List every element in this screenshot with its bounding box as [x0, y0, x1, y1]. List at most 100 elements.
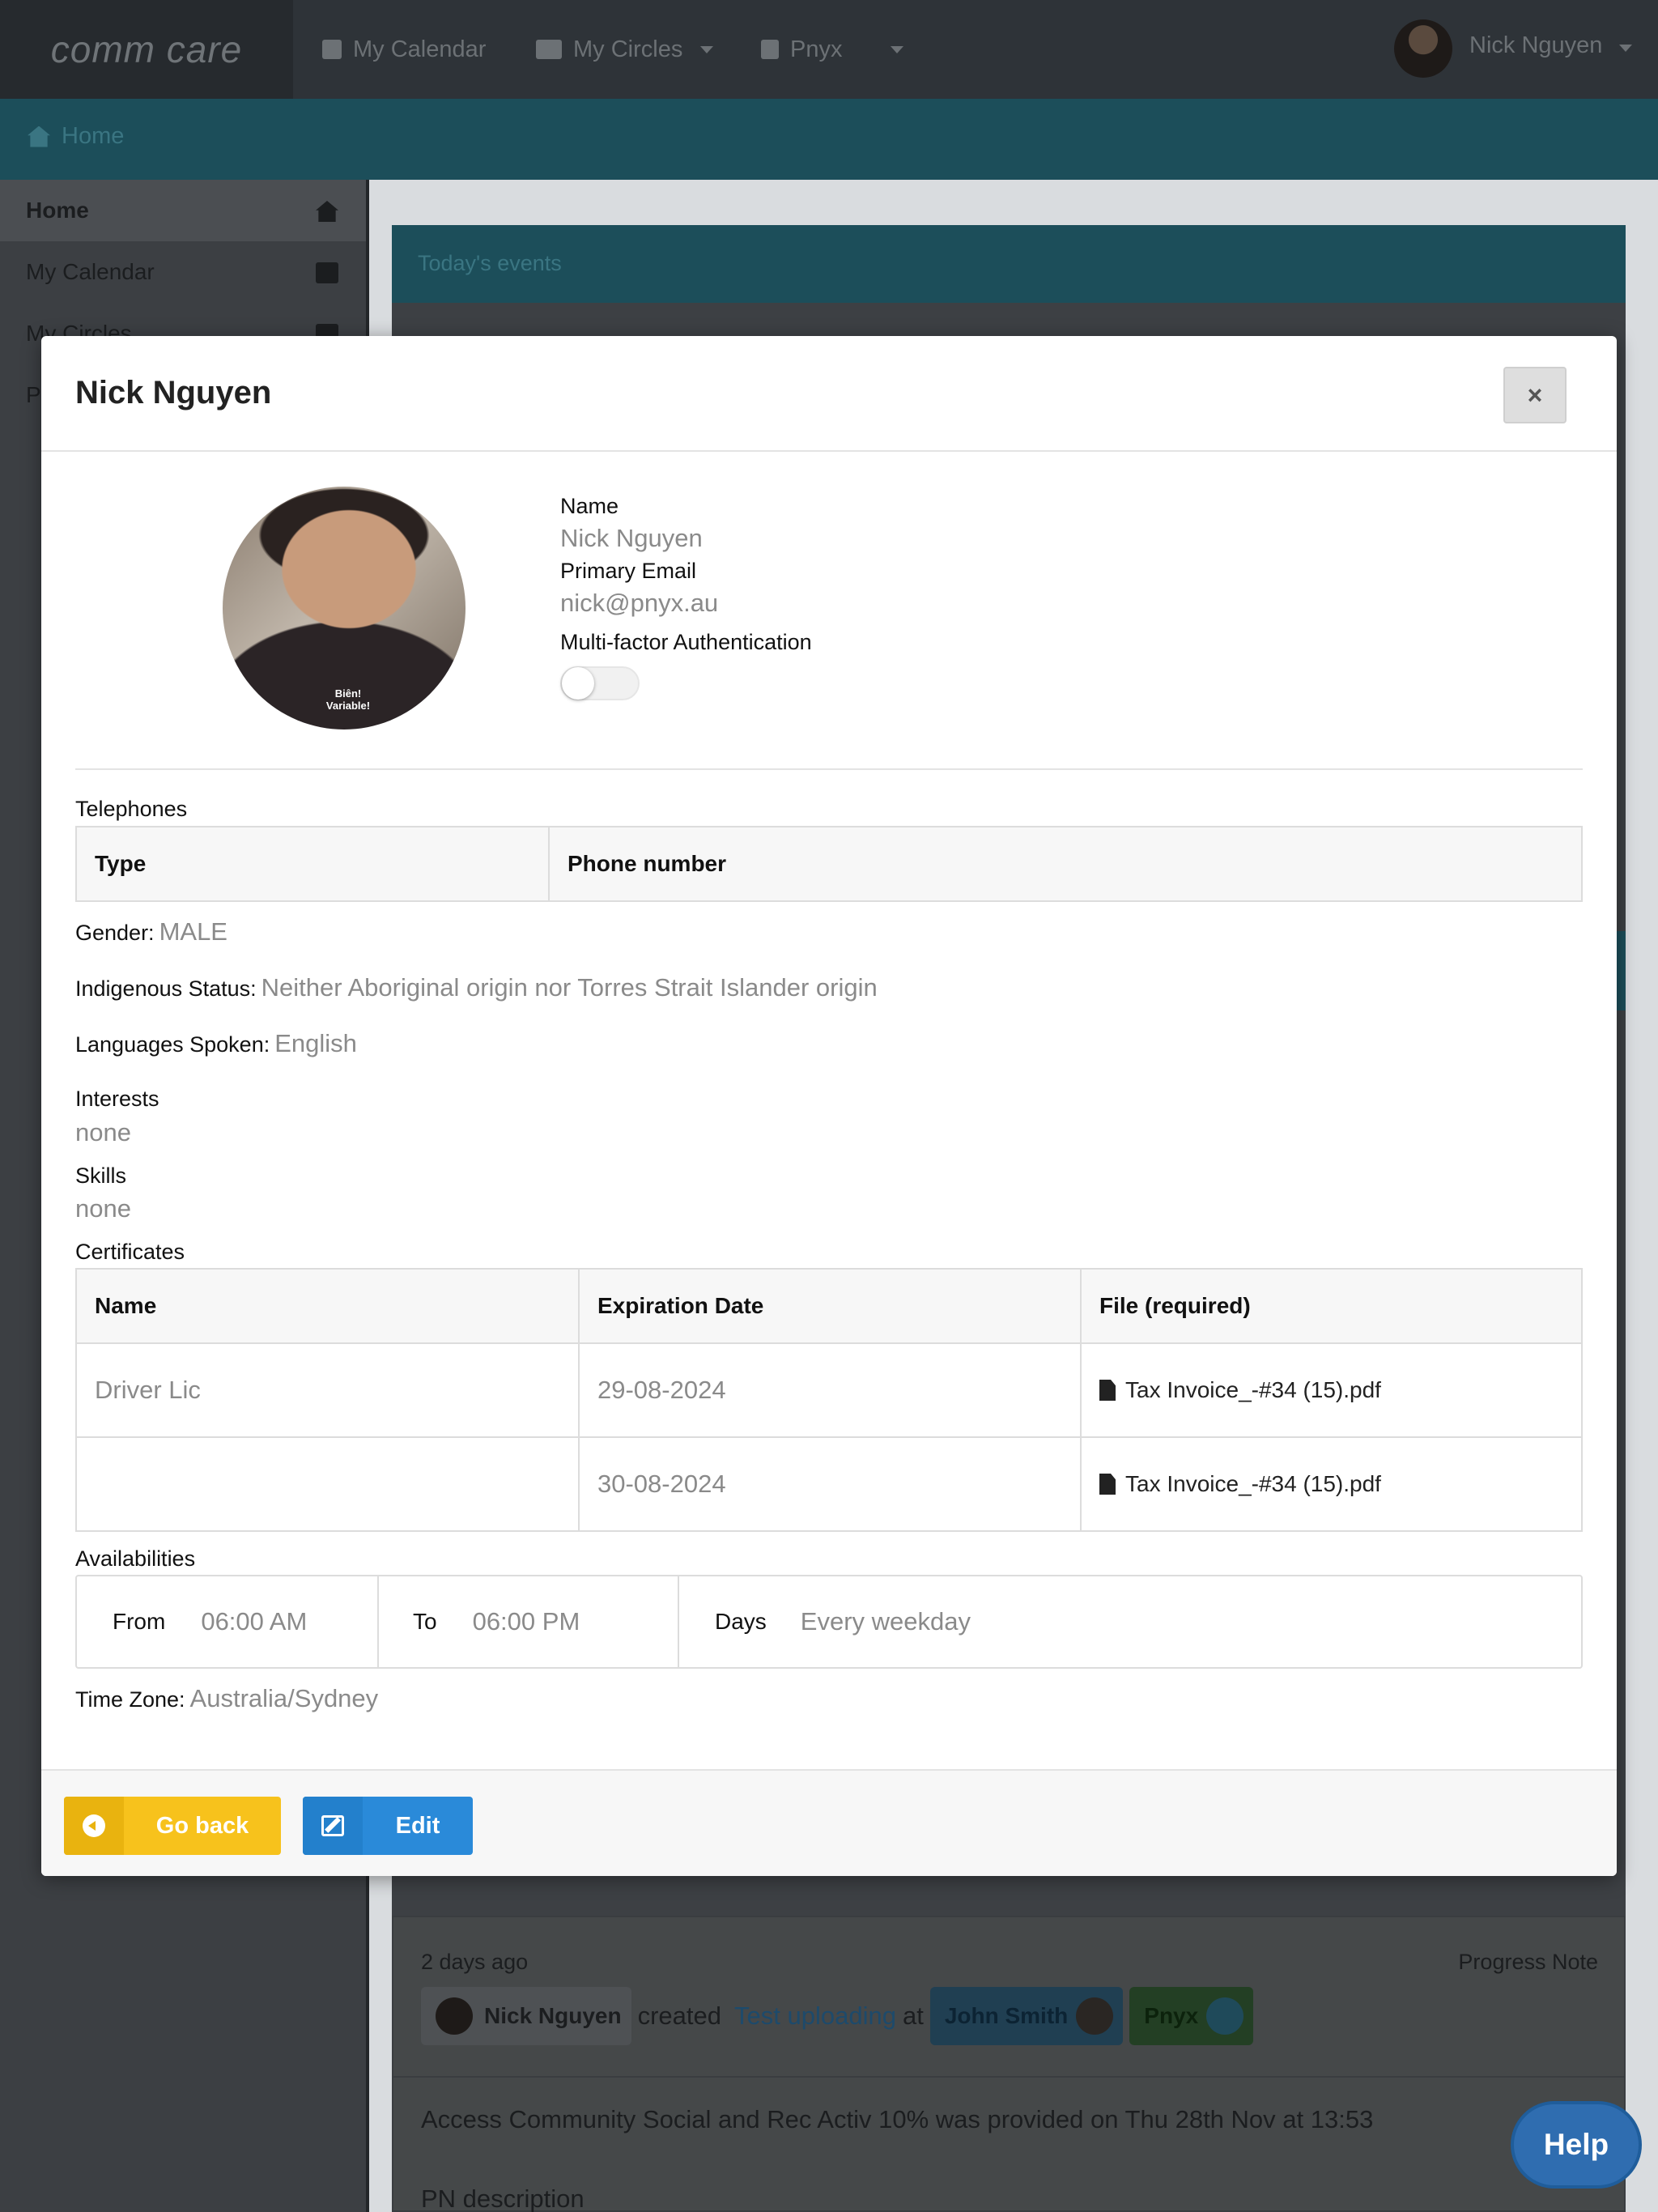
- availabilities-label: Availabilities: [75, 1546, 196, 1571]
- indigenous-value: Neither Aboriginal origin nor Torres Str…: [261, 973, 878, 1002]
- cert-expiry: 29-08-2024: [578, 1342, 1082, 1438]
- availability-row: From 06:00 AM To 06:00 PM Days Every wee…: [75, 1575, 1583, 1669]
- column-header-expiration: Expiration Date: [578, 1268, 1082, 1344]
- chevron-down-icon: [891, 45, 904, 53]
- modal-header: Nick Nguyen ×: [41, 336, 1617, 452]
- column-header-type: Type: [75, 826, 550, 902]
- to-label: To: [413, 1609, 437, 1634]
- feed-pn-description: PN description: [421, 2184, 585, 2212]
- nav-label: Pnyx: [790, 36, 843, 62]
- telephones-table: Type Phone number: [75, 826, 1583, 902]
- chevron-down-icon[interactable]: [1619, 45, 1632, 52]
- feed-card: 2 days ago Progress Note Nick Nguyen cre…: [392, 1916, 1626, 2212]
- languages-label: Languages Spoken:: [75, 1032, 270, 1057]
- divider: [75, 768, 1583, 770]
- feed-activity-line: Nick Nguyen created Test uploading at Jo…: [421, 1987, 1254, 2045]
- availability-to: To 06:00 PM: [379, 1576, 679, 1667]
- languages-value: English: [274, 1029, 357, 1057]
- sidebar-item-home[interactable]: Home: [0, 180, 366, 241]
- calendar-icon: [322, 40, 342, 59]
- availability-days: Days Every weekday: [679, 1576, 1581, 1667]
- divider: [393, 2076, 1624, 2078]
- table-row: Driver Lic 29-08-2024 Tax Invoice_-#34 (…: [75, 1342, 1583, 1438]
- timezone-label: Time Zone:: [75, 1687, 185, 1712]
- breadcrumb: Home: [0, 99, 1658, 180]
- user-chip[interactable]: Nick Nguyen: [421, 1987, 631, 2045]
- edit-icon: [303, 1797, 363, 1855]
- go-back-label: Go back: [155, 1812, 249, 1839]
- feed-type: Progress Note: [1458, 1950, 1598, 1974]
- gender-field: Gender: MALE: [75, 917, 227, 946]
- go-back-button[interactable]: Go back: [64, 1797, 281, 1855]
- cert-file-cell[interactable]: Tax Invoice_-#34 (15).pdf: [1080, 1436, 1583, 1532]
- sidebar-item-label: P: [26, 382, 41, 407]
- timezone-value: Australia/Sydney: [189, 1684, 379, 1712]
- client-chip-label: John Smith: [944, 2003, 1069, 2028]
- days-label: Days: [715, 1609, 767, 1634]
- app-logo[interactable]: comm care: [0, 0, 293, 99]
- cert-file-cell[interactable]: Tax Invoice_-#34 (15).pdf: [1080, 1342, 1583, 1438]
- nav-label: My Calendar: [353, 36, 487, 62]
- nav-my-circles[interactable]: My Circles: [536, 0, 714, 99]
- close-icon: ×: [1527, 380, 1543, 410]
- avatar[interactable]: [1394, 19, 1452, 78]
- feed-verb: created: [637, 2001, 722, 2030]
- cert-name: Driver Lic: [75, 1342, 580, 1438]
- gender-label: Gender:: [75, 921, 155, 945]
- todays-events-header: Today's events: [392, 225, 1626, 303]
- cert-file-name[interactable]: Tax Invoice_-#34 (15).pdf: [1125, 1377, 1381, 1402]
- client-chip[interactable]: John Smith: [929, 1987, 1124, 2045]
- org-chip[interactable]: Pnyx: [1129, 1987, 1254, 2045]
- users-icon: [536, 40, 562, 59]
- mfa-toggle[interactable]: [560, 666, 640, 700]
- avatar: [436, 1997, 473, 2035]
- chevron-down-icon: [700, 45, 714, 53]
- nav-pnyx[interactable]: Pnyx: [761, 0, 904, 99]
- mfa-label: Multi-factor Authentication: [560, 630, 812, 654]
- days-value: Every weekday: [800, 1607, 971, 1636]
- home-icon: [316, 201, 338, 222]
- org-logo-icon: [1206, 1997, 1244, 2035]
- building-icon: [761, 40, 779, 59]
- languages-field: Languages Spoken: English: [75, 1029, 357, 1058]
- skills-value: none: [75, 1194, 131, 1223]
- file-icon: [1099, 1380, 1116, 1401]
- indigenous-label: Indigenous Status:: [75, 976, 257, 1001]
- breadcrumb-home-label: Home: [62, 123, 125, 149]
- to-value: 06:00 PM: [472, 1607, 580, 1636]
- skills-label: Skills: [75, 1163, 127, 1188]
- edit-button[interactable]: Edit: [303, 1797, 473, 1855]
- user-chip-label: Nick Nguyen: [484, 2003, 622, 2028]
- indigenous-field: Indigenous Status: Neither Aboriginal ori…: [75, 973, 878, 1002]
- interests-value: none: [75, 1118, 131, 1146]
- feed-link[interactable]: Test uploading: [734, 2001, 896, 2031]
- table-row: 30-08-2024 Tax Invoice_-#34 (15).pdf: [75, 1436, 1583, 1532]
- email-label: Primary Email: [560, 559, 697, 583]
- nav-my-calendar[interactable]: My Calendar: [322, 0, 486, 99]
- availability-from: From 06:00 AM: [77, 1576, 379, 1667]
- gender-value: MALE: [159, 917, 227, 946]
- interests-label: Interests: [75, 1087, 159, 1111]
- feed-description: Access Community Social and Rec Activ 10…: [421, 2105, 1374, 2133]
- sidebar-item-my-calendar[interactable]: My Calendar: [0, 241, 366, 303]
- nav-label: My Circles: [573, 36, 683, 62]
- modal-footer: Go back Edit: [41, 1769, 1617, 1876]
- home-icon: [28, 125, 50, 147]
- certificates-table: Name Expiration Date File (required) Dri…: [75, 1268, 1583, 1532]
- help-button[interactable]: Help: [1511, 2101, 1642, 2189]
- cert-name: [75, 1436, 580, 1532]
- column-header-file: File (required): [1080, 1268, 1583, 1344]
- logo-text: comm care: [50, 28, 243, 70]
- close-button[interactable]: ×: [1503, 367, 1567, 423]
- breadcrumb-home[interactable]: Home: [28, 123, 124, 150]
- profile-avatar: Biên! Variable!: [223, 487, 466, 730]
- email-value: nick@pnyx.au: [560, 589, 719, 617]
- column-header-phone: Phone number: [548, 826, 1583, 902]
- edit-label: Edit: [395, 1812, 440, 1839]
- from-label: From: [113, 1609, 166, 1634]
- user-menu-name[interactable]: Nick Nguyen: [1469, 32, 1602, 59]
- telephones-label: Telephones: [75, 797, 188, 821]
- feed-at: at: [902, 2001, 924, 2030]
- cert-file-name[interactable]: Tax Invoice_-#34 (15).pdf: [1125, 1471, 1381, 1496]
- top-navbar: comm care My Calendar My Circles Pnyx Ni…: [0, 0, 1658, 99]
